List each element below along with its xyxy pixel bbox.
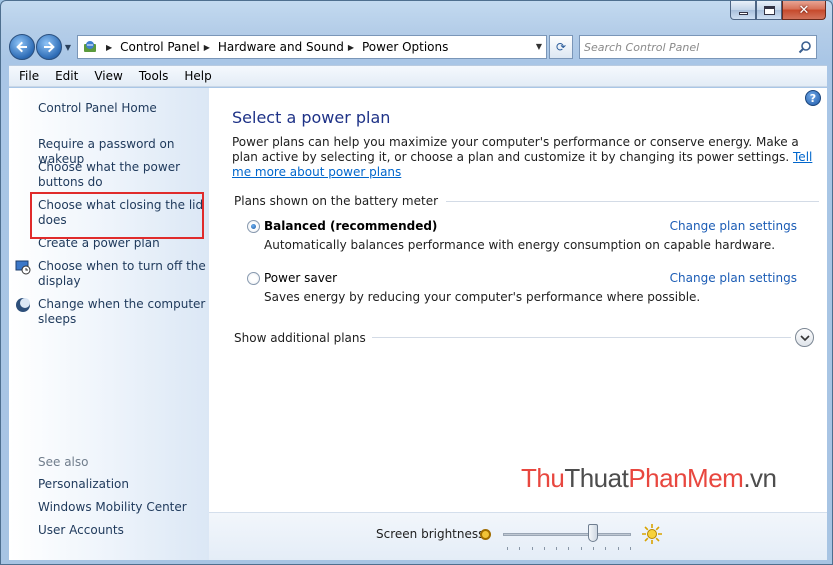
close-icon: ✕ (798, 2, 810, 18)
mobility-center-link[interactable]: Windows Mobility Center (38, 500, 206, 515)
minimize-button[interactable] (730, 1, 756, 20)
maximize-button[interactable] (756, 1, 782, 20)
window-frame: ✕ ▼ ▶ Control Panel ▶ Hardware and Sound ▶… (0, 0, 833, 565)
address-bar[interactable]: ▶ Control Panel ▶ Hardware and Sound ▶ Pow… (77, 35, 547, 59)
sleep-moon-icon (16, 298, 30, 312)
watermark-part: Thu (521, 463, 565, 493)
additional-plans-divider (371, 337, 791, 338)
description-text: Power plans can help you maximize your c… (232, 135, 799, 164)
menu-view[interactable]: View (86, 69, 130, 83)
dim-brightness-icon (480, 529, 491, 540)
power-saver-radio[interactable] (247, 272, 260, 285)
refresh-icon: ⟳ (555, 40, 567, 54)
breadcrumb-label: Power Options (361, 40, 449, 54)
balanced-radio[interactable] (247, 220, 260, 233)
breadcrumb-hardware-and-sound[interactable]: Hardware and Sound ▶ (218, 40, 362, 54)
additional-plans-label[interactable]: Show additional plans (234, 331, 366, 345)
brightness-slider-thumb[interactable] (587, 524, 598, 542)
section-divider (446, 200, 819, 202)
watermark-logo: ThuThuatPhanMem.vn (521, 463, 777, 494)
search-icon[interactable] (798, 40, 812, 54)
change-plan-settings-link[interactable]: Change plan settings (670, 271, 797, 285)
caption-buttons: ✕ (730, 1, 826, 20)
battery-meter-section: Plans shown on the battery meter (234, 194, 819, 208)
menu-file[interactable]: File (11, 69, 47, 83)
control-panel-home-link[interactable]: Control Panel Home (38, 101, 206, 116)
page-description: Power plans can help you maximize your c… (232, 135, 817, 180)
display-clock-icon (15, 260, 31, 275)
back-button[interactable] (9, 34, 35, 60)
plan-name[interactable]: Power saver (264, 271, 337, 285)
breadcrumb-power-options[interactable]: Power Options (362, 40, 448, 54)
menu-bar: File Edit View Tools Help (9, 65, 827, 87)
navigation-bar: ▼ ▶ Control Panel ▶ Hardware and Sound ▶ P… (9, 33, 829, 61)
breadcrumb-label: Control Panel (120, 40, 200, 54)
highlight-annotation (30, 192, 204, 239)
back-arrow-icon (16, 41, 27, 53)
menu-tools[interactable]: Tools (131, 69, 177, 83)
slider-ticks (507, 547, 631, 550)
brightness-slider-track[interactable] (503, 533, 631, 536)
maximize-icon (763, 5, 775, 15)
minimize-icon (738, 11, 748, 15)
turn-off-display-link[interactable]: Choose when to turn off the display (38, 259, 206, 289)
expand-button[interactable] (795, 328, 814, 347)
forward-arrow-icon (44, 41, 55, 53)
plan-description: Saves energy by reducing your computer's… (264, 290, 701, 304)
computer-sleeps-link[interactable]: Change when the computer sleeps (38, 297, 206, 327)
help-button[interactable]: ? (805, 90, 821, 106)
chevron-down-icon (799, 334, 810, 341)
brightness-bar: Screen brightness: (209, 512, 827, 560)
forward-button[interactable] (36, 34, 62, 60)
power-buttons-link[interactable]: Choose what the power buttons do (38, 160, 206, 190)
plan-description: Automatically balances performance with … (264, 238, 776, 252)
watermark-part: .vn (743, 463, 777, 493)
personalization-link[interactable]: Personalization (38, 477, 206, 492)
section-label: Plans shown on the battery meter (234, 194, 439, 208)
additional-plans-row[interactable]: Show additional plans (234, 328, 814, 347)
menu-edit[interactable]: Edit (47, 69, 86, 83)
page-title: Select a power plan (232, 108, 391, 127)
breadcrumb-root-chevron[interactable]: ▶ (102, 43, 120, 52)
address-dropdown-icon[interactable]: ▼ (536, 42, 542, 51)
breadcrumb-control-panel[interactable]: Control Panel ▶ (120, 40, 218, 54)
refresh-button[interactable]: ⟳ (549, 35, 573, 59)
watermark-part: PhanMem (628, 463, 744, 493)
change-plan-settings-link[interactable]: Change plan settings (670, 219, 797, 233)
search-box[interactable] (579, 35, 817, 59)
close-button[interactable]: ✕ (782, 1, 826, 20)
user-accounts-link[interactable]: User Accounts (38, 523, 206, 538)
task-pane: Control Panel Home Require a password on… (9, 88, 209, 560)
menu-help[interactable]: Help (176, 69, 219, 83)
brightness-label: Screen brightness: (376, 527, 489, 541)
control-panel-icon (84, 41, 96, 52)
bright-sun-icon (642, 524, 662, 544)
breadcrumb-label: Hardware and Sound (217, 40, 344, 54)
plan-name[interactable]: Balanced (recommended) (264, 219, 437, 233)
watermark-part: Thuat (564, 463, 629, 493)
search-input[interactable] (584, 40, 798, 54)
see-also-heading: See also (38, 455, 89, 469)
recent-pages-dropdown[interactable]: ▼ (63, 43, 73, 52)
